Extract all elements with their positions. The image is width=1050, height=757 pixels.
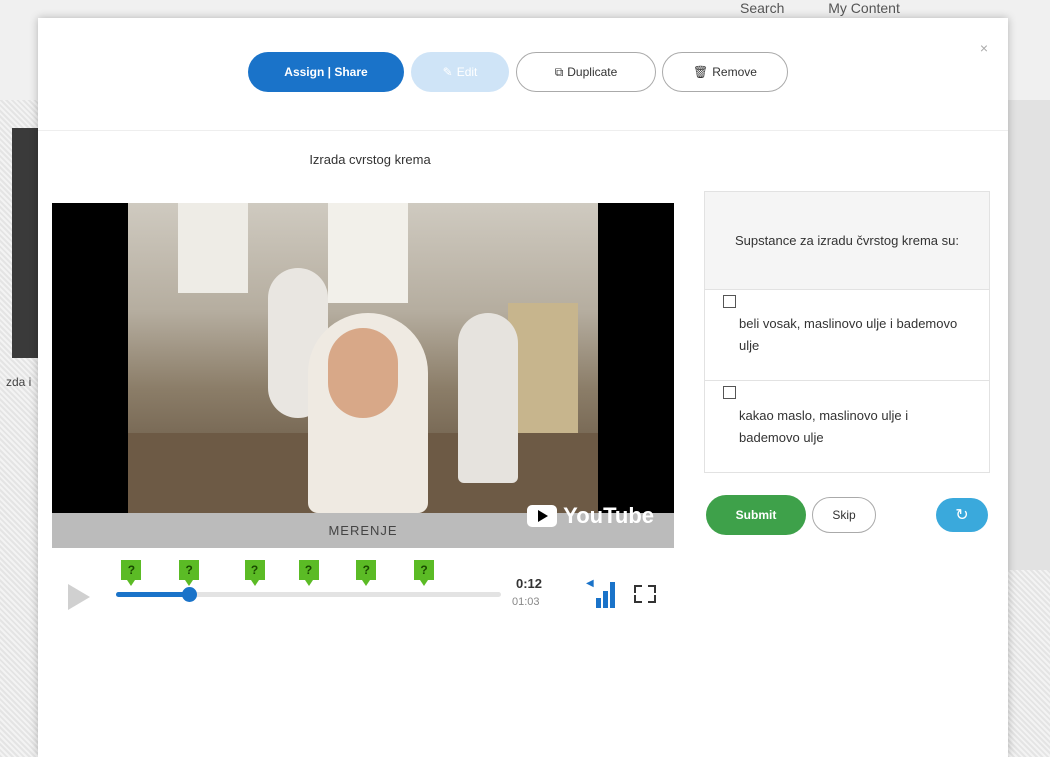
youtube-brand: YouTube (563, 503, 654, 528)
remove-button[interactable]: 🗑 Remove (662, 52, 788, 92)
content-modal: × Assign | Share ✎ Edit ⧉ Duplicate 🗑 Re… (38, 18, 1008, 757)
answer-option[interactable]: kakao maslo, maslinovo ulje i bademovo u… (705, 381, 989, 472)
current-time: 0:12 (516, 576, 543, 591)
background-panel (1008, 100, 1050, 570)
answer-option[interactable]: beli vosak, maslinovo ulje i bademovo ul… (705, 290, 989, 381)
toolbar-divider (38, 130, 1008, 131)
assign-share-button[interactable]: Assign | Share (248, 52, 404, 92)
pencil-icon: ✎ (442, 65, 453, 79)
retry-icon[interactable]: ↻ (936, 498, 988, 532)
question-marker[interactable]: ? (179, 560, 200, 586)
background-search-link[interactable]: Search (740, 0, 784, 16)
submit-button[interactable]: Submit (706, 495, 806, 535)
seek-bar[interactable] (116, 587, 501, 602)
background-links: Search My Content (740, 0, 940, 16)
answer-option-label: kakao maslo, maslinovo ulje i bademovo u… (739, 407, 909, 445)
question-marker[interactable]: ? (244, 560, 265, 586)
video-scene-window (178, 203, 248, 293)
question-panel: Supstance za izradu čvrstog krema su: be… (704, 191, 990, 473)
video-title: Izrada cvrstog krema (309, 152, 431, 167)
assign-share-label: Assign | Share (284, 65, 368, 79)
video-player[interactable]: MERENJE YouTube (52, 203, 674, 548)
play-icon[interactable] (68, 584, 90, 610)
question-marker[interactable]: ? (298, 560, 319, 586)
background-thumbnail (12, 128, 40, 358)
remove-label: Remove (712, 65, 757, 79)
fullscreen-icon[interactable] (634, 585, 656, 603)
trash-icon: 🗑 (693, 65, 709, 79)
volume-icon[interactable]: ◀ (586, 578, 618, 608)
youtube-play-icon (527, 505, 558, 527)
video-scene-person (458, 313, 518, 483)
question-prompt: Supstance za izradu čvrstog krema su: (705, 192, 989, 290)
video-scene-window (328, 203, 408, 303)
skip-button[interactable]: Skip (812, 497, 876, 533)
total-time: 01:03 (512, 596, 540, 608)
edit-button[interactable]: ✎ Edit (411, 52, 509, 92)
background-text: zda i (6, 375, 32, 389)
duplicate-label: Duplicate (567, 65, 618, 79)
video-frame (128, 203, 598, 513)
question-marker[interactable]: ? (356, 560, 377, 586)
answer-option-label: beli vosak, maslinovo ulje i bademovo ul… (739, 316, 958, 353)
question-marker[interactable]: ? (414, 560, 434, 586)
video-controls: 0:12 01:03 ◀ ?????? (52, 550, 682, 620)
answer-checkbox[interactable] (723, 386, 736, 399)
duplicate-button[interactable]: ⧉ Duplicate (516, 52, 656, 92)
youtube-logo[interactable]: YouTube (527, 503, 654, 529)
seek-bar-progress (116, 592, 190, 597)
background-my-content-link[interactable]: My Content (828, 0, 900, 16)
seek-bar-handle[interactable] (182, 587, 198, 602)
modal-toolbar: Assign | Share ✎ Edit ⧉ Duplicate 🗑 Remo… (38, 52, 1008, 96)
video-scene-face (328, 328, 398, 418)
edit-label: Edit (456, 65, 478, 79)
question-marker[interactable]: ? (121, 560, 142, 586)
answer-checkbox[interactable] (723, 295, 736, 308)
copy-icon: ⧉ (554, 64, 564, 79)
